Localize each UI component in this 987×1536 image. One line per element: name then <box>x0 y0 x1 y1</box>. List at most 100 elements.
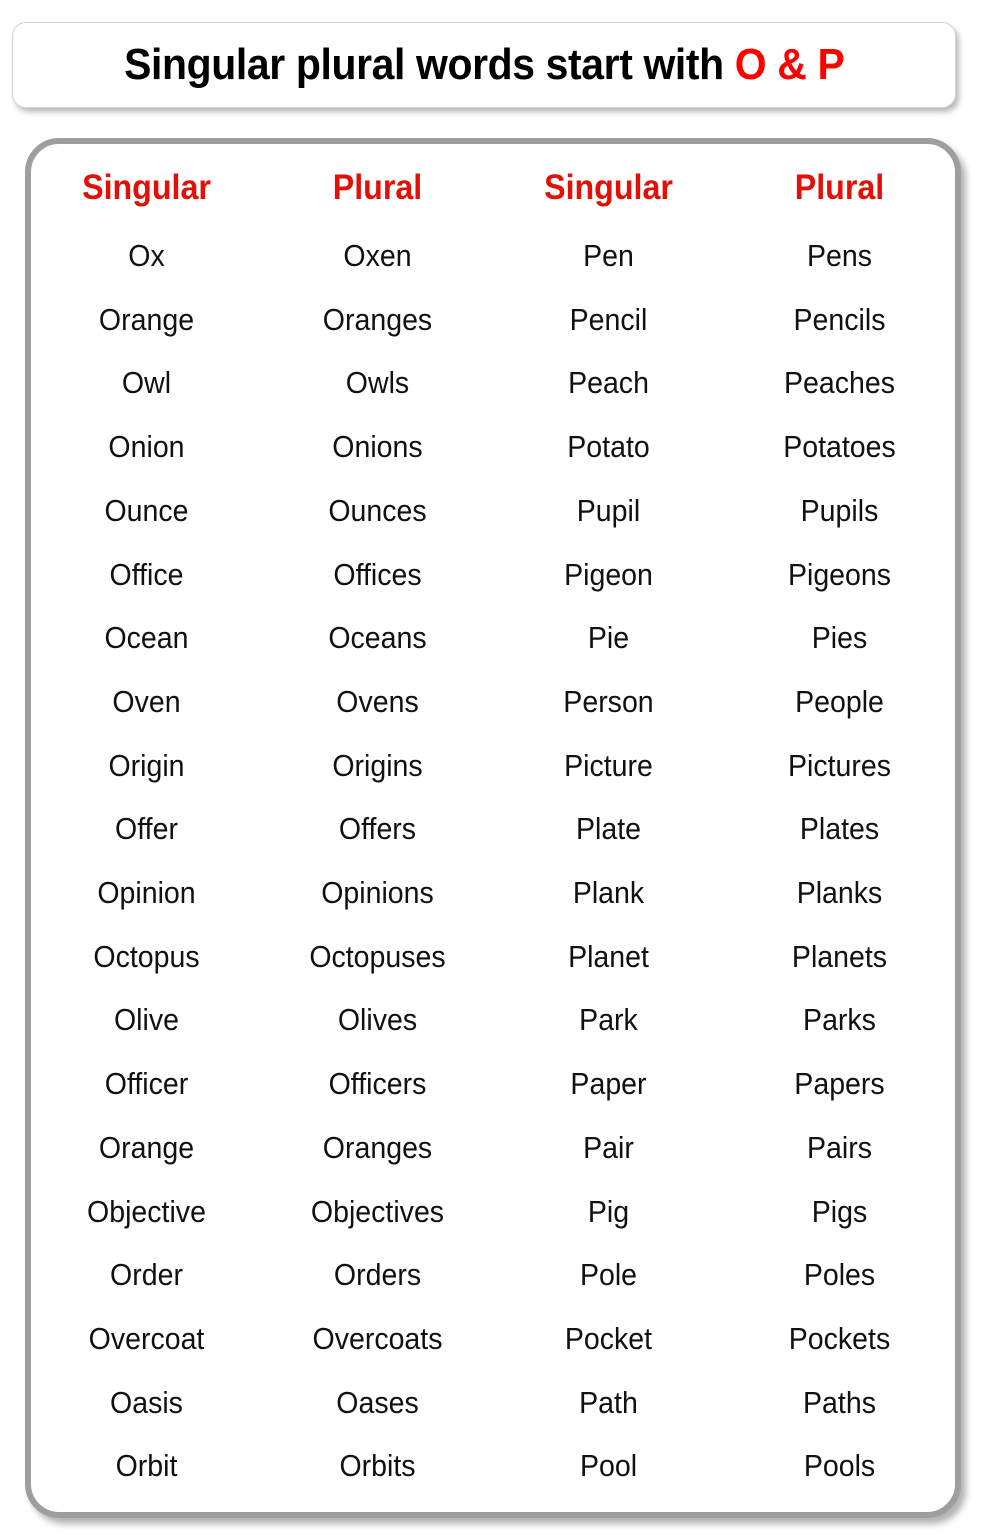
table-cell: Pen <box>583 238 634 273</box>
table-cell: Plate <box>575 811 642 847</box>
table-cell: Peach <box>568 365 649 401</box>
table-row: Ocean Oceans Pie Pies <box>31 606 955 670</box>
table-cell: Onion <box>108 429 185 465</box>
table-cell: Pool <box>579 1448 638 1484</box>
table-cell: Picture <box>564 747 653 783</box>
table-cell: Pigs <box>811 1193 868 1229</box>
page-title-accent: O & P <box>734 40 845 89</box>
table-cell: Pies <box>811 620 868 656</box>
table-row: Owl Owls Peach Peaches <box>31 351 955 415</box>
table-cell: Pencil <box>569 301 648 337</box>
table-cell: Park <box>579 1002 638 1038</box>
page-title-main: Singular plural words start with <box>123 40 735 89</box>
table-cell: Objective <box>87 1193 206 1229</box>
table-cell: Orbit <box>115 1448 178 1484</box>
table-cell: Pie <box>587 620 630 656</box>
table-row: Oasis Oases Path Paths <box>31 1371 955 1435</box>
table-cell: Orders <box>333 1257 422 1293</box>
table-row: Overcoat Overcoats Pocket Pockets <box>31 1307 955 1371</box>
table-cell: Pigeon <box>564 556 653 592</box>
table-cell: Order <box>110 1257 183 1293</box>
table-row: Octopus Octopuses Planet Planets <box>31 925 955 989</box>
table-cell: Plates <box>799 811 880 847</box>
table-cell: Oasis <box>110 1384 183 1420</box>
table-row: Officer Officers Paper Papers <box>31 1052 955 1116</box>
table-cell: Pig <box>587 1193 630 1229</box>
page-title: Singular plural words start with O & P <box>123 40 845 90</box>
table-cell: Pockets <box>788 1320 891 1356</box>
table-cell: Oxen <box>343 238 412 273</box>
table-row: Opinion Opinions Plank Planks <box>31 861 955 925</box>
table-row: Olive Olives Park Parks <box>31 988 955 1052</box>
table-cell: Ounce <box>104 492 189 528</box>
table-cell: Overcoat <box>88 1320 205 1356</box>
table-cell: Officer <box>104 1066 189 1102</box>
table-cell: Ounces <box>328 492 427 528</box>
table-row: Onion Onions Potato Potatoes <box>31 415 955 479</box>
table-cell: Pools <box>803 1448 876 1484</box>
worksheet-page: Singular plural words start with O & P S… <box>0 0 987 1536</box>
table-cell: Octopus <box>93 938 200 974</box>
table-cell: Paper <box>570 1066 647 1102</box>
table-cell: Olive <box>113 1002 179 1038</box>
table-cell: Pairs <box>806 1129 872 1165</box>
table-cell: Pupil <box>576 492 641 528</box>
table-cell: Origins <box>332 747 423 783</box>
table-cell: Orbits <box>339 1448 416 1484</box>
table-cell: Planet <box>568 938 649 974</box>
table-cell: Peaches <box>783 365 895 401</box>
table-cell: Offer <box>115 811 178 847</box>
table-cell: Ox <box>128 238 165 273</box>
table-row: Origin Origins Picture Pictures <box>31 734 955 798</box>
table-cell: Poles <box>803 1257 876 1293</box>
table-cell: Paths <box>803 1384 876 1420</box>
table-row: Offer Offers Plate Plates <box>31 797 955 861</box>
table-cell: Objectives <box>310 1193 445 1229</box>
table-row: Order Orders Pole Poles <box>31 1243 955 1307</box>
table-cell: Owl <box>121 365 172 401</box>
table-row: Oven Ovens Person People <box>31 670 955 734</box>
table-cell: Onions <box>332 429 423 465</box>
column-header-plural-1: Plural <box>332 168 423 207</box>
table-row: Objective Objectives Pig Pigs <box>31 1180 955 1244</box>
table-cell: Ocean <box>104 620 189 656</box>
table-row: Orbit Orbits Pool Pools <box>31 1434 955 1498</box>
table-cell: Pair <box>583 1129 634 1165</box>
title-banner: Singular plural words start with O & P <box>12 22 956 108</box>
table-cell: Pocket <box>564 1320 653 1356</box>
column-header-singular-2: Singular <box>544 168 673 207</box>
table-cell: Oven <box>112 683 181 719</box>
table-cell: Oranges <box>322 1129 433 1165</box>
table-cell: Oases <box>336 1384 419 1420</box>
table-cell: Opinions <box>321 875 434 911</box>
table-cell: Pigeons <box>787 556 892 592</box>
table-cell: Path <box>579 1384 638 1420</box>
table-cell: Planks <box>796 875 883 911</box>
table-cell: Pencils <box>793 301 886 337</box>
table-cell: Orange <box>98 1129 195 1165</box>
table-row: Ox Oxen Pen Pens <box>31 224 955 288</box>
table-cell: Pictures <box>787 747 892 783</box>
table-cell: Person <box>563 683 654 719</box>
table-row: Orange Oranges Pencil Pencils <box>31 288 955 352</box>
table-cell: Origin <box>108 747 185 783</box>
table-cell: People <box>795 683 884 719</box>
table-cell: Potato <box>567 429 650 465</box>
table-cell: Pole <box>579 1257 638 1293</box>
table-cell: Ovens <box>336 683 419 719</box>
table-cell: Offices <box>333 556 422 592</box>
table-cell: Oranges <box>322 301 433 337</box>
words-table-card: Singular Plural Singular Plural Ox Oxen Pe… <box>25 138 961 1518</box>
table-cell: Officers <box>328 1066 427 1102</box>
table-cell: Potatoes <box>783 429 896 465</box>
table-cell: Pupils <box>800 492 879 528</box>
table-cell: Office <box>109 556 184 592</box>
table-cell: Oceans <box>328 620 427 656</box>
table-header-row: Singular Plural Singular Plural <box>31 152 955 224</box>
table-cell: Parks <box>803 1002 876 1038</box>
table-cell: Opinion <box>97 875 196 911</box>
table-cell: Plank <box>572 875 645 911</box>
table-cell: Olives <box>337 1002 418 1038</box>
table-cell: Octopuses <box>309 938 446 974</box>
table-row: Office Offices Pigeon Pigeons <box>31 543 955 607</box>
